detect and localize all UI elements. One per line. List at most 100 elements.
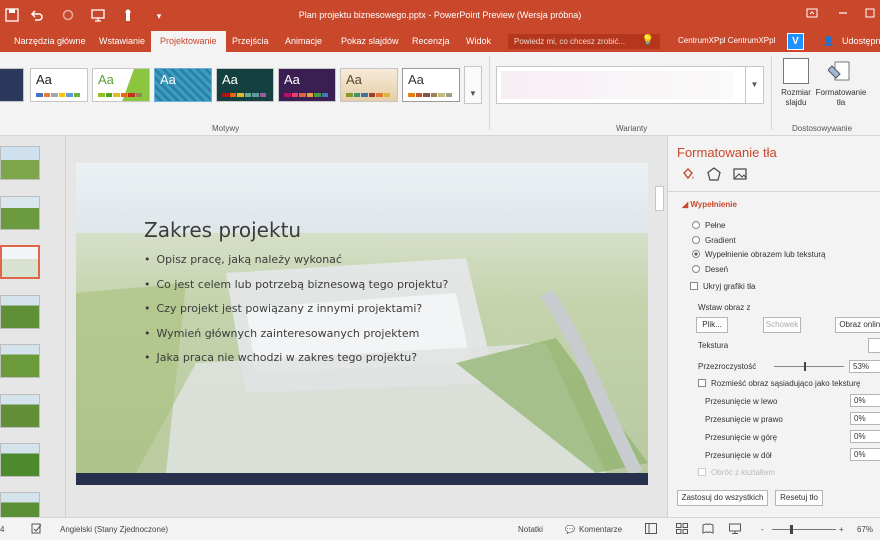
zoom-in-button[interactable]: + [839,525,844,534]
themes-more-button[interactable]: ▼ [464,66,482,104]
normal-view-icon[interactable] [645,523,657,536]
theme-thumbnail-retrospect[interactable]: Aa [402,68,460,102]
slide-thumbnail-2[interactable] [0,196,40,230]
spellcheck-icon[interactable] [31,523,42,536]
file-button[interactable]: Plik... [696,317,728,333]
zoom-slider[interactable] [772,529,836,530]
variants-more-button[interactable]: ▼ [745,67,763,103]
pentagon-effects-icon[interactable] [706,167,722,183]
theme-thumbnail-organic[interactable]: Aa [340,68,398,102]
comments-icon[interactable]: 💬 [565,525,575,534]
tab-review[interactable]: Recenzja [412,36,450,46]
theme-thumbnail-1[interactable]: Aa [0,68,24,102]
hide-bg-graphics-checkbox[interactable]: Ukryj grafiki tła [690,282,755,291]
apply-to-all-button[interactable]: Zastosuj do wszystkich [677,490,768,506]
theme-color-bars [284,93,328,97]
slide-number: 4 [0,525,5,534]
ribbon-options-icon[interactable] [804,7,820,23]
ribbon: Aa Aa Aa Aa Aa Aa Aa Aa ▼ Motywy ▼ Waria… [0,52,880,136]
radio-circle-icon [692,250,700,258]
collapse-triangle-icon: ◢ [682,200,689,209]
maximize-icon[interactable] [862,7,878,23]
tab-transitions[interactable]: Przejścia [232,36,269,46]
tab-slideshow[interactable]: Pokaz slajdów [341,36,399,46]
radio-pattern-fill[interactable]: Deseń [692,265,728,274]
people-icon: 👤 [823,36,835,46]
tell-me-placeholder: Powiedz mi, co chcesz zrobić... [514,37,626,46]
transparency-slider[interactable] [774,366,844,367]
slide-bullet-list[interactable]: Opisz pracę, jaką należy wykonać Co jest… [144,253,449,376]
tab-animations[interactable]: Animacje [285,36,322,46]
tab-home[interactable]: Narzędzia główne [14,36,86,46]
texture-picker-button[interactable] [868,338,880,353]
online-picture-button[interactable]: Obraz online [835,317,880,333]
slide-size-label: Rozmiar slajdu [781,88,811,107]
user-name[interactable]: CentrumXPpl CentrumXPpl [678,36,775,45]
list-item: Jaka praca nie wchodzi w zakres tego pro… [144,351,448,376]
zoom-level[interactable]: 67% [857,525,873,534]
notes-button[interactable]: Notatki [518,525,543,534]
slide-footer-bar [76,473,648,485]
zoom-slider-handle[interactable] [790,525,793,534]
list-item: Opisz pracę, jaką należy wykonać [144,253,448,278]
fill-bucket-icon[interactable] [680,167,696,183]
transparency-field[interactable]: 53% [849,360,880,373]
rotate-with-shape-checkbox[interactable]: Obróć z kształtem [698,468,775,477]
offset-right-field[interactable]: 0% [850,412,880,425]
theme-thumbnail-facet[interactable]: Aa [92,68,150,102]
slide-canvas[interactable]: Zakres projektu Opisz pracę, jaką należy… [76,163,648,485]
window-title: Plan projektu biznesowego.pptx - PowerPo… [298,10,582,20]
avatar[interactable]: V [787,33,804,50]
variant-thumbnail[interactable] [501,71,733,99]
slide-thumbnail-4[interactable] [0,295,40,329]
offset-left-field[interactable]: 0% [850,394,880,407]
slideshow-view-icon[interactable] [729,523,741,536]
reset-background-button[interactable]: Resetuj tło [775,490,823,506]
slide-thumbnail-8[interactable] [0,492,40,517]
format-background-label: Formatowanie tła [815,88,867,107]
variants-gallery[interactable]: ▼ [496,66,764,104]
offset-top-field[interactable]: 0% [850,430,880,443]
slide-thumbnail-5[interactable] [0,344,40,378]
chevron-down-icon: ▼ [469,89,477,98]
radio-solid-fill[interactable]: Pełne [692,221,725,230]
ribbon-tabs: Narzędzia główne Wstawianie Projektowani… [0,31,880,52]
zoom-out-button[interactable]: - [761,525,764,534]
picture-icon[interactable] [732,167,748,183]
slide-thumbnail-3[interactable] [0,245,40,279]
slide-scrollbar-thumb[interactable] [655,186,664,211]
insert-picture-label: Wstaw obraz z [698,303,751,312]
tab-design[interactable]: Projektowanie [151,31,226,52]
tab-view[interactable]: Widok [466,36,491,46]
clipboard-button[interactable]: Schowek [763,317,801,333]
comments-button[interactable]: Komentarze [579,525,622,534]
tab-insert[interactable]: Wstawianie [99,36,145,46]
slide-thumbnail-1[interactable] [0,146,40,180]
format-background-button[interactable]: Formatowanie tła [815,58,867,108]
slide-thumbnail-7[interactable] [0,443,40,477]
radio-gradient-fill[interactable]: Gradient [692,236,736,245]
radio-picture-fill[interactable]: Wypełnienie obrazem lub teksturą [692,250,825,259]
theme-thumbnail-office[interactable]: Aa [30,68,88,102]
fill-section-header[interactable]: ◢ Wypełnienie [682,200,737,209]
theme-thumbnail-ion-boardroom[interactable]: Aa [278,68,336,102]
slide-sorter-icon[interactable] [676,523,688,536]
theme-color-bars [222,93,266,97]
slide-thumbnail-6[interactable] [0,394,40,428]
tile-picture-checkbox[interactable]: Rozmieść obraz sąsiadująco jako teksturę [698,379,860,388]
slide-title[interactable]: Zakres projektu [144,218,301,242]
theme-thumbnail-integral[interactable]: Aa [154,68,212,102]
slide-size-button[interactable]: Rozmiar slajdu [778,58,814,108]
offset-bottom-field[interactable]: 0% [850,448,880,461]
minimize-icon[interactable] [835,7,851,23]
language-indicator[interactable]: Angielski (Stany Zjednoczone) [60,525,168,534]
radio-label: Gradient [705,236,736,245]
status-bar: 4 Angielski (Stany Zjednoczone) Notatki … [0,517,880,540]
theme-color-bars [346,93,390,97]
share-button[interactable]: Udostępnij [842,36,880,46]
checkbox-label: Ukryj grafiki tła [703,282,756,291]
transparency-slider-handle[interactable] [804,362,806,371]
theme-thumbnail-ion[interactable]: Aa [216,68,274,102]
reading-view-icon[interactable] [702,523,714,536]
tell-me-input[interactable]: Powiedz mi, co chcesz zrobić... 💡 [508,34,660,49]
